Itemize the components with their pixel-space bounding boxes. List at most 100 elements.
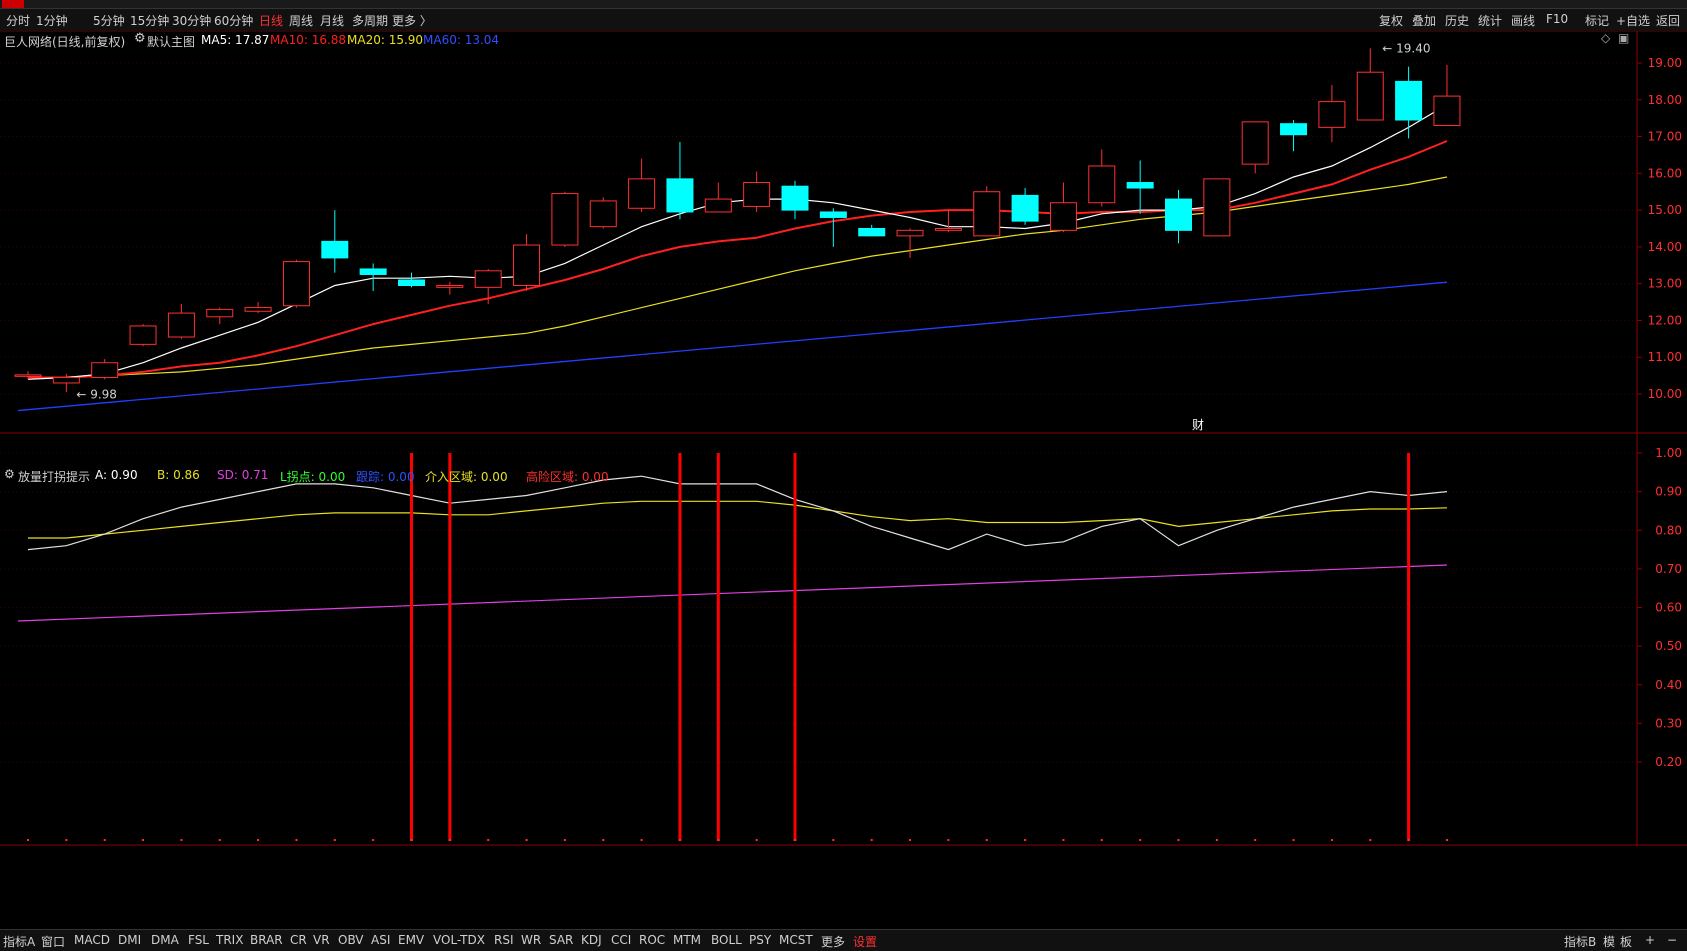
tab-vol-tdx[interactable]: VOL-TDX [433,933,485,947]
candle-body [206,308,234,318]
baseline-dot [333,839,336,841]
tab-multi-period[interactable]: 多周期 [352,12,388,29]
tab-brar[interactable]: BRAR [250,933,283,947]
tab-daily[interactable]: 日线 [259,12,283,29]
tab-roc[interactable]: ROC [639,933,665,947]
tab-settings[interactable]: 设置 [853,933,877,950]
baseline-dot [372,839,375,841]
baseline-dot [1139,839,1142,841]
candle-body [819,211,847,218]
baseline-dot [1215,839,1218,841]
tab-trix[interactable]: TRIX [216,933,243,947]
price-tick-label: 14.00 [1648,240,1682,254]
tab-60min[interactable]: 60分钟 [214,12,253,29]
chart-area[interactable]: 19.00 18.00 17.00 16.00 15.00 14.00 13.00 12.00… [0,31,1687,863]
app-logo[interactable] [2,0,24,8]
tab-weekly[interactable]: 周线 [289,12,313,29]
tab-cci[interactable]: CCI [611,933,631,947]
tab-psy[interactable]: PSY [749,933,771,947]
back-button[interactable]: 返回 [1656,12,1680,29]
kline-chart-svg[interactable]: 19.00 18.00 17.00 16.00 15.00 14.00 13.00 12.00… [0,31,1687,863]
tab-asi[interactable]: ASI [371,933,390,947]
tab-mcst[interactable]: MCST [779,933,813,947]
tab-indicator-b[interactable]: 指标B [1564,933,1596,950]
baseline-dot [410,839,413,841]
board-button[interactable]: 板 [1620,933,1632,950]
tab-minute[interactable]: 分时 [6,12,30,29]
indicator-tick-label: 0.40 [1655,678,1682,692]
baseline-dot [295,839,298,841]
candle-body [52,376,80,384]
history-button[interactable]: 历史 [1445,12,1469,29]
candle-body [1318,101,1346,128]
tab-emv[interactable]: EMV [398,933,424,947]
tab-boll[interactable]: BOLL [711,933,742,947]
sd-line [17,564,1447,622]
candle-body [1241,121,1269,165]
tab-kdj[interactable]: KDJ [581,933,602,947]
candle-body [896,229,924,237]
price-tick-label: 11.00 [1648,350,1682,364]
tab-dmi[interactable]: DMI [118,933,141,947]
tab-dma[interactable]: DMA [151,933,179,947]
baseline-dot [602,839,605,841]
baseline-dot [794,839,796,841]
a-line [27,475,1448,551]
candle-body [934,228,962,231]
tab-sar[interactable]: SAR [549,933,573,947]
zoom-in-button[interactable]: + [1645,933,1655,947]
price-tick-label: 15.00 [1648,203,1682,217]
chart-settings-icon[interactable]: ⚙ [134,31,146,46]
tab-more[interactable]: 更多 〉 [392,12,432,29]
candle-body [781,185,809,211]
diamond-icon[interactable]: ◇ [1601,31,1610,45]
window-toggle-icon[interactable]: ▣ [1618,31,1629,45]
baseline-dot [525,839,528,841]
tab-monthly[interactable]: 月线 [320,12,344,29]
tab-indicator-a[interactable]: 指标A [3,933,35,950]
tab-30min[interactable]: 30分钟 [172,12,211,29]
mark-button[interactable]: 标记 [1585,12,1609,29]
baseline-dot [1177,839,1180,841]
candle-body [1126,182,1154,189]
baseline-dot [1407,839,1410,841]
stock-title: 巨人网络(日线,前复权) [4,35,126,49]
indicator-settings-icon[interactable]: ⚙ [4,467,15,481]
baseline-dot [448,839,451,841]
add-watchlist-button[interactable]: +自选 [1616,12,1650,29]
tab-obv[interactable]: OBV [338,933,364,947]
baseline-dot [1445,839,1448,841]
candle-body [1088,165,1116,204]
tab-macd[interactable]: MACD [74,933,110,947]
stats-button[interactable]: 统计 [1478,12,1502,29]
price-tick-label: 13.00 [1648,277,1682,291]
template-button[interactable]: 模 [1603,933,1615,950]
fuquan-button[interactable]: 复权 [1379,12,1403,29]
b-line [28,500,1448,539]
tab-rsi[interactable]: RSI [494,933,514,947]
baseline-dot [717,839,720,841]
tab-1min[interactable]: 1分钟 [36,12,68,29]
zoom-out-button[interactable]: − [1667,933,1677,947]
f10-button[interactable]: F10 [1546,12,1568,26]
tab-window[interactable]: 窗口 [41,933,65,950]
baseline-dot [1330,839,1333,841]
tab-15min[interactable]: 15分钟 [130,12,169,29]
main-chart-name[interactable]: 默认主图 [147,33,195,50]
tab-more-indicators[interactable]: 更多 [821,933,845,950]
price-tick-label: 16.00 [1648,166,1682,180]
indicator-name[interactable]: 放量打拐提示 [18,468,90,485]
tab-cr[interactable]: CR [290,933,307,947]
tab-fsl[interactable]: FSL [188,933,209,947]
tab-vr[interactable]: VR [313,933,330,947]
indicator-a: A: 0.90 [95,468,138,482]
overlay-button[interactable]: 叠加 [1412,12,1436,29]
indicator-b: B: 0.86 [157,468,200,482]
tab-wr[interactable]: WR [521,933,541,947]
ma5-label: MA5: 17.87 [201,33,270,47]
tab-mtm[interactable]: MTM [673,933,701,947]
draw-button[interactable]: 画线 [1511,12,1535,29]
ma60-label: MA60: 13.04 [423,33,500,47]
tab-5min[interactable]: 5分钟 [93,12,125,29]
candle-body [244,307,272,312]
